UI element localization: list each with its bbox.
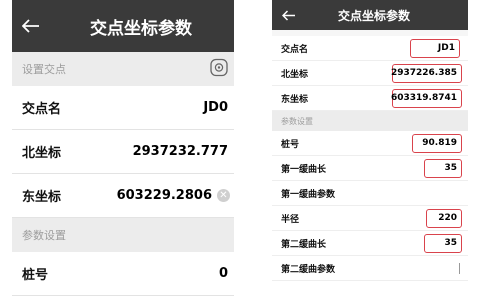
north-coordinate-row[interactable]: 北坐标 2937226.385	[272, 61, 468, 86]
page-title: 交点坐标参数	[338, 8, 411, 23]
section-label: 参数设置	[22, 229, 66, 242]
east-coordinate-row[interactable]: 东坐标 603229.2806 ✕	[12, 174, 234, 218]
field-label: 半径	[281, 214, 300, 225]
north-coordinate-input[interactable]: 2937226.385	[391, 63, 462, 83]
field-label: 东坐标	[22, 190, 62, 205]
east-coordinate-value[interactable]: 603229.2806	[117, 188, 212, 203]
field-label: 交点名	[22, 102, 62, 117]
field-label: 桩号	[281, 139, 300, 150]
east-coordinate-input[interactable]: 603319.8741	[391, 88, 462, 108]
left-screen: 交点坐标参数 设置交点 交点名 JD0 北坐标 2937232.777 东坐标 …	[12, 0, 234, 296]
field-label: 东坐标	[281, 94, 309, 105]
radius-input[interactable]: 220	[426, 208, 462, 228]
intersection-name-row[interactable]: 交点名 JD0	[12, 86, 234, 130]
text-cursor	[459, 262, 460, 274]
back-arrow-icon[interactable]	[282, 9, 296, 21]
section-label: 参数设置	[281, 116, 313, 126]
section-label: 设置交点	[22, 63, 66, 76]
intersection-name-input[interactable]: JD1	[410, 38, 460, 58]
first-spiral-length-row[interactable]: 第一缓曲长 35	[272, 156, 468, 181]
first-spiral-parameter-row[interactable]: 第一缓曲参数	[272, 181, 468, 206]
field-label: 北坐标	[281, 69, 309, 80]
field-label: 第一缓曲参数	[281, 189, 336, 200]
intersection-name-row[interactable]: 交点名 JD1	[272, 36, 468, 61]
intersection-name-value[interactable]: JD0	[203, 100, 228, 115]
clear-icon[interactable]: ✕	[217, 189, 230, 202]
north-coordinate-value[interactable]: 2937232.777	[133, 144, 228, 159]
east-coordinate-row[interactable]: 东坐标 603319.8741	[272, 86, 468, 111]
left-title-bar: 交点坐标参数	[12, 0, 234, 52]
stake-row[interactable]: 桩号 90.819	[272, 131, 468, 156]
first-spiral-length-input[interactable]: 35	[424, 158, 462, 178]
second-spiral-length-input[interactable]: 35	[424, 233, 462, 253]
section-set-intersection: 设置交点	[12, 52, 234, 86]
stake-value[interactable]: 0	[219, 266, 228, 281]
stake-row[interactable]: 桩号 0	[12, 252, 234, 296]
field-label: 北坐标	[22, 146, 62, 161]
stake-input[interactable]: 90.819	[412, 133, 462, 153]
gps-locate-icon[interactable]	[210, 58, 228, 80]
second-spiral-length-row[interactable]: 第二缓曲长 35	[272, 231, 468, 256]
field-label: 第二缓曲长	[281, 239, 327, 250]
radius-row[interactable]: 半径 220	[272, 206, 468, 231]
right-title-bar: 交点坐标参数	[272, 0, 468, 30]
page-title: 交点坐标参数	[90, 18, 192, 39]
section-parameter-settings: 参数设置	[12, 218, 234, 252]
right-screen: 交点坐标参数 交点名 JD1 北坐标 2937226.385 东坐标 60331…	[272, 0, 468, 296]
back-arrow-icon[interactable]	[22, 19, 40, 33]
field-label: 桩号	[22, 268, 49, 283]
section-parameter-settings: 参数设置	[272, 111, 468, 131]
field-label: 第二缓曲参数	[281, 264, 336, 275]
second-spiral-parameter-row[interactable]: 第二缓曲参数	[272, 256, 468, 281]
north-coordinate-row[interactable]: 北坐标 2937232.777	[12, 130, 234, 174]
field-label: 第一缓曲长	[281, 164, 327, 175]
field-label: 交点名	[281, 44, 309, 55]
